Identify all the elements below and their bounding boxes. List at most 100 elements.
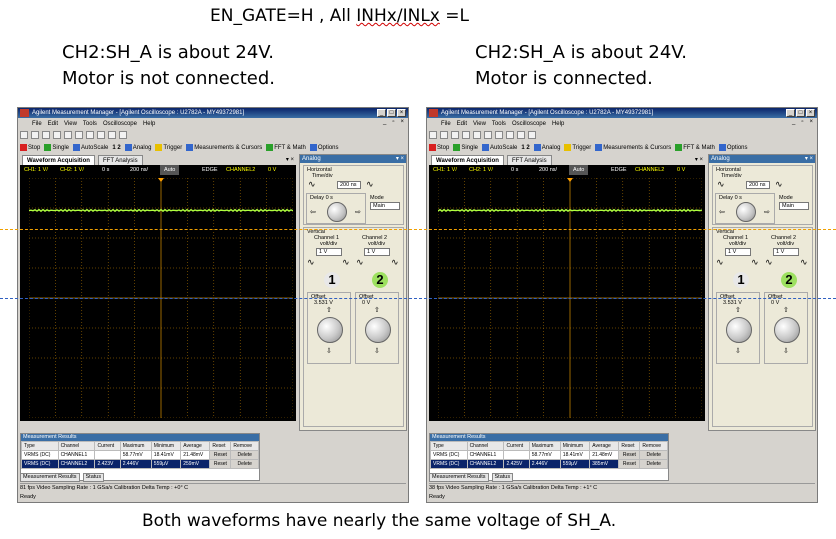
- delete-button[interactable]: Delete: [230, 450, 259, 460]
- help-icon[interactable]: [528, 131, 536, 139]
- minimize-button[interactable]: _: [786, 109, 795, 117]
- table-row[interactable]: VRMS (DC) CHANNEL1 58.77mV 18.41mV 21.48…: [21, 450, 259, 460]
- save-icon[interactable]: [42, 131, 50, 139]
- print-icon[interactable]: [462, 131, 470, 139]
- ch2-volt-decrease-icon[interactable]: ∿: [356, 258, 364, 267]
- trigger-button[interactable]: Trigger: [564, 144, 591, 151]
- single-button[interactable]: Single: [453, 144, 478, 151]
- reset-button[interactable]: Reset: [209, 450, 232, 460]
- delete-button[interactable]: Delete: [230, 459, 259, 469]
- channel-buttons[interactable]: 1 2: [112, 145, 120, 151]
- menu-tools[interactable]: Tools: [83, 121, 97, 127]
- autoscale-button[interactable]: AutoScale: [482, 144, 517, 151]
- ch2-offset-up-icon[interactable]: ⇧: [783, 306, 789, 314]
- cut-icon[interactable]: [473, 131, 481, 139]
- ch2-offset-down-icon[interactable]: ⇩: [783, 347, 789, 355]
- close-button[interactable]: ×: [397, 109, 406, 117]
- menu-edit[interactable]: Edit: [457, 121, 467, 127]
- mdi-minimize-icon[interactable]: _: [792, 119, 795, 125]
- ch1-offset-knob[interactable]: [317, 317, 343, 343]
- channel1-badge[interactable]: 1: [324, 272, 340, 288]
- menu-view[interactable]: View: [473, 121, 486, 127]
- time-decrease-icon[interactable]: ∿: [308, 180, 316, 189]
- delay-knob[interactable]: [736, 202, 756, 222]
- options-button[interactable]: Options: [718, 144, 748, 151]
- open-icon[interactable]: [440, 131, 448, 139]
- maximize-button[interactable]: □: [387, 109, 396, 117]
- tab-measurement-results[interactable]: Measurement Results: [20, 473, 80, 482]
- ch1-offset-down-icon[interactable]: ⇩: [735, 347, 741, 355]
- reset-button[interactable]: Reset: [209, 459, 232, 469]
- channel1-badge[interactable]: 1: [733, 272, 749, 288]
- panel-close-icon[interactable]: ▾ ×: [396, 155, 404, 163]
- menu-edit[interactable]: Edit: [48, 121, 58, 127]
- delay-left-icon[interactable]: ⇦: [310, 208, 316, 216]
- ch1-offset-up-icon[interactable]: ⇧: [326, 306, 332, 314]
- ch1-volt-decrease-icon[interactable]: ∿: [716, 258, 724, 267]
- analog-button[interactable]: Analog: [124, 144, 151, 151]
- tab-close-icon[interactable]: ▾ ×: [286, 156, 294, 163]
- window-titlebar[interactable]: Agilent Measurement Manager - [Agilent O…: [18, 108, 408, 118]
- delay-right-icon[interactable]: ⇨: [355, 208, 361, 216]
- menu-help[interactable]: Help: [143, 121, 155, 127]
- reset-button[interactable]: Reset: [618, 450, 641, 460]
- ch2-volt-div-select[interactable]: 1 V: [364, 248, 390, 256]
- autoscale-button[interactable]: AutoScale: [73, 144, 108, 151]
- ch2-offset-knob[interactable]: [774, 317, 800, 343]
- mode-select[interactable]: Main: [779, 202, 809, 210]
- mdi-restore-icon[interactable]: ▫: [392, 119, 394, 125]
- table-row[interactable]: VRMS (DC) CHANNEL2 2.423V 2.446V 559μV 2…: [21, 459, 259, 469]
- ch2-volt-decrease-icon[interactable]: ∿: [765, 258, 773, 267]
- tab-close-icon[interactable]: ▾ ×: [695, 156, 703, 163]
- copy-icon[interactable]: [484, 131, 492, 139]
- channel2-badge[interactable]: 2: [781, 272, 797, 288]
- measurements-button[interactable]: Measurements & Cursors: [186, 144, 262, 151]
- options-button[interactable]: Options: [309, 144, 339, 151]
- table-row[interactable]: VRMS (DC) CHANNEL2 2.425V 2.446V 559μV 3…: [430, 459, 668, 469]
- undo-icon[interactable]: [97, 131, 105, 139]
- maximize-button[interactable]: □: [796, 109, 805, 117]
- undo-icon[interactable]: [506, 131, 514, 139]
- ch1-volt-increase-icon[interactable]: ∿: [342, 258, 350, 267]
- delay-knob[interactable]: [327, 202, 347, 222]
- ch2-volt-div-select[interactable]: 1 V: [773, 248, 799, 256]
- tab-status[interactable]: Status: [491, 473, 514, 482]
- measurements-button[interactable]: Measurements & Cursors: [595, 144, 671, 151]
- minimize-button[interactable]: _: [377, 109, 386, 117]
- table-row[interactable]: VRMS (DC) CHANNEL1 58.77mV 18.41mV 21.48…: [430, 450, 668, 460]
- paste-icon[interactable]: [86, 131, 94, 139]
- stop-button[interactable]: Stop: [429, 144, 449, 151]
- open-icon[interactable]: [31, 131, 39, 139]
- time-decrease-icon[interactable]: ∿: [717, 180, 725, 189]
- fft-button[interactable]: FFT & Math: [675, 144, 715, 151]
- trigger-button[interactable]: Trigger: [155, 144, 182, 151]
- channel2-badge[interactable]: 2: [372, 272, 388, 288]
- copy-icon[interactable]: [75, 131, 83, 139]
- ch1-volt-increase-icon[interactable]: ∿: [751, 258, 759, 267]
- ch1-volt-div-select[interactable]: 1 V: [725, 248, 751, 256]
- panel-close-icon[interactable]: ▾ ×: [805, 155, 813, 163]
- ch1-offset-knob[interactable]: [726, 317, 752, 343]
- menu-view[interactable]: View: [64, 121, 77, 127]
- channel-buttons[interactable]: 1 2: [521, 145, 529, 151]
- mdi-close-icon[interactable]: ×: [400, 119, 404, 125]
- help-icon[interactable]: [119, 131, 127, 139]
- reset-button[interactable]: Reset: [618, 459, 641, 469]
- new-icon[interactable]: [20, 131, 28, 139]
- analog-button[interactable]: Analog: [533, 144, 560, 151]
- time-div-select[interactable]: 200 ns: [337, 181, 361, 189]
- window-titlebar[interactable]: Agilent Measurement Manager - [Agilent O…: [427, 108, 817, 118]
- ch1-volt-div-select[interactable]: 1 V: [316, 248, 342, 256]
- mdi-restore-icon[interactable]: ▫: [801, 119, 803, 125]
- ch1-offset-up-icon[interactable]: ⇧: [735, 306, 741, 314]
- mode-select[interactable]: Main: [370, 202, 400, 210]
- mdi-close-icon[interactable]: ×: [809, 119, 813, 125]
- menu-file[interactable]: File: [441, 121, 451, 127]
- ch2-volt-increase-icon[interactable]: ∿: [800, 258, 808, 267]
- menu-oscilloscope[interactable]: Oscilloscope: [103, 121, 137, 127]
- mdi-minimize-icon[interactable]: _: [383, 119, 386, 125]
- redo-icon[interactable]: [517, 131, 525, 139]
- delete-button[interactable]: Delete: [639, 459, 668, 469]
- time-increase-icon[interactable]: ∿: [775, 180, 783, 189]
- tab-status[interactable]: Status: [82, 473, 105, 482]
